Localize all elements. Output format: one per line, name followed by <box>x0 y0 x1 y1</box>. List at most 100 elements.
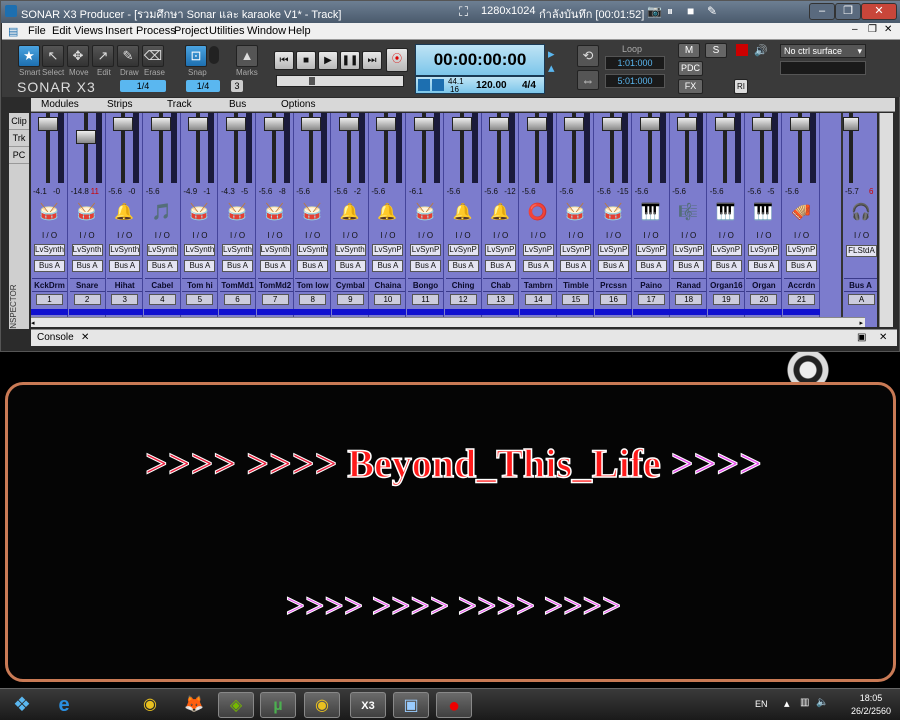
volume-icon[interactable]: 🔈 <box>816 697 828 708</box>
track-name[interactable]: Organ16 <box>708 278 744 292</box>
track-name[interactable]: Bongo <box>408 278 443 292</box>
scroll-left-icon[interactable]: ◂ <box>31 319 35 327</box>
track-name[interactable]: TomMd1 <box>220 278 255 292</box>
volume-fader[interactable] <box>639 117 660 132</box>
menu-file[interactable]: File <box>28 25 46 37</box>
instrument-icon[interactable]: 🔔 <box>373 201 401 225</box>
marks-button[interactable]: ▲ <box>236 45 258 67</box>
close-button[interactable]: ✕ <box>861 3 897 20</box>
bus-output[interactable]: FLStdA <box>846 245 877 257</box>
scroll-right-icon[interactable]: ▸ <box>859 319 863 327</box>
track-name[interactable]: Tambrn <box>520 278 556 292</box>
track-name[interactable]: Ching <box>445 278 481 292</box>
input-selector[interactable]: LvSynP <box>410 244 441 256</box>
language-indicator[interactable]: EN <box>755 699 768 709</box>
track-name[interactable]: Accrdn <box>784 278 819 292</box>
select-tool-button[interactable]: ↖ <box>42 45 64 67</box>
move-tool-button[interactable]: ✥ <box>67 45 89 67</box>
tempo[interactable]: 120.00 <box>476 80 507 91</box>
volume-fader[interactable] <box>714 117 735 132</box>
pencil-icon[interactable]: ✎ <box>707 4 717 18</box>
volume-fader[interactable] <box>188 117 209 132</box>
input-selector[interactable]: LvSynP <box>447 244 479 256</box>
stop-button[interactable]: ■ <box>296 51 316 70</box>
pause-icon[interactable]: ⏸ <box>667 4 673 19</box>
tab-trk[interactable]: Trk <box>9 130 29 147</box>
instrument-icon[interactable]: 🔔 <box>486 201 514 225</box>
instrument-icon[interactable]: 🥁 <box>35 201 63 225</box>
menu-views[interactable]: Views <box>74 25 103 37</box>
instrument-icon[interactable]: 🥁 <box>185 201 213 225</box>
start-button[interactable]: ❖ <box>4 692 40 718</box>
track-name[interactable]: Prcssn <box>596 278 631 292</box>
play-button[interactable]: ▶ <box>318 51 338 70</box>
output-selector[interactable]: Bus A <box>710 260 742 272</box>
nvidia-icon[interactable]: ◈ <box>218 692 254 718</box>
snap-resolution[interactable]: 1/4 <box>186 80 220 92</box>
track-name[interactable]: Paino <box>633 278 669 292</box>
input-selector[interactable]: LvSynP <box>786 244 817 256</box>
bus-name[interactable]: Bus A <box>844 278 877 292</box>
menu-strips[interactable]: Strips <box>107 99 133 110</box>
chrome-icon[interactable]: ◉ <box>132 692 168 718</box>
track-name[interactable]: Tom hi <box>182 278 218 292</box>
input-selector[interactable]: LvSynth <box>184 244 216 256</box>
tab-pc[interactable]: PC <box>9 147 29 164</box>
output-selector[interactable]: Bus A <box>786 260 817 272</box>
fx-button[interactable]: FX <box>678 79 703 94</box>
record-arm-icon[interactable] <box>736 44 748 56</box>
volume-fader[interactable] <box>489 117 510 132</box>
input-selector[interactable]: LvSynP <box>673 244 705 256</box>
output-selector[interactable]: Bus A <box>372 260 404 272</box>
close-pane-icon[interactable]: ✕ <box>879 332 887 343</box>
inspector-label[interactable]: INSPECTOR <box>9 284 29 331</box>
output-selector[interactable]: Bus A <box>748 260 780 272</box>
instrument-icon[interactable]: 🥁 <box>599 201 627 225</box>
tool-resolution[interactable]: 1/4 <box>120 80 166 92</box>
mute-all-button[interactable]: M <box>678 43 700 58</box>
menu-track[interactable]: Track <box>167 99 192 110</box>
slider-thumb[interactable] <box>309 77 315 85</box>
smart-tool-button[interactable]: ★ <box>18 45 40 67</box>
input-selector[interactable]: LvSynP <box>710 244 742 256</box>
loop-toggle-button[interactable]: ⟲ <box>577 45 599 67</box>
input-selector[interactable]: LvSynP <box>748 244 780 256</box>
menu-help[interactable]: Help <box>288 25 311 37</box>
menu-utilities[interactable]: Utilities <box>209 25 244 37</box>
input-selector[interactable]: LvSynth <box>334 244 366 256</box>
stop-icon[interactable]: ■ <box>687 4 694 18</box>
track-name[interactable]: Hihat <box>107 278 143 292</box>
menu-bus[interactable]: Bus <box>229 99 246 110</box>
arrow-up-icon[interactable]: ▴ <box>548 60 555 76</box>
speaker-icon[interactable]: 🔊 <box>754 44 768 57</box>
input-selector[interactable]: LvSynP <box>635 244 667 256</box>
instrument-icon[interactable]: 🪗 <box>787 201 815 225</box>
track-name[interactable]: Timble <box>558 278 594 292</box>
utorrent-icon[interactable]: µ <box>260 692 296 718</box>
track-name[interactable]: Organ <box>746 278 782 292</box>
volume-fader[interactable] <box>338 117 359 132</box>
ri-button[interactable]: RI <box>734 79 748 94</box>
console-tab[interactable]: Console <box>37 332 74 343</box>
doc-restore-icon[interactable]: ❐ <box>868 24 877 35</box>
instrument-icon[interactable]: 🥁 <box>298 201 326 225</box>
snap-button[interactable]: ⊡ <box>185 45 207 67</box>
instrument-icon[interactable]: 🥁 <box>261 201 289 225</box>
volume-fader[interactable] <box>564 117 585 132</box>
firefox-icon[interactable]: 🦊 <box>176 692 212 718</box>
tray-arrow-icon[interactable]: ▴ <box>784 697 790 710</box>
input-selector[interactable]: LvSynP <box>372 244 404 256</box>
instrument-icon[interactable]: 🎹 <box>749 201 777 225</box>
volume-fader[interactable] <box>226 117 246 132</box>
input-selector[interactable]: LvSynth <box>34 244 65 256</box>
menu-insert[interactable]: Insert <box>105 25 133 37</box>
volume-fader[interactable] <box>75 129 96 144</box>
instrument-icon[interactable]: 🎵 <box>148 201 176 225</box>
volume-fader[interactable] <box>38 117 58 132</box>
pdc-button[interactable]: PDC <box>678 61 703 76</box>
minimize-button[interactable]: – <box>809 3 835 20</box>
ctrl-surface-dropdown[interactable]: No ctrl surface ▾ <box>780 44 866 58</box>
position-slider[interactable] <box>276 75 404 87</box>
input-selector[interactable]: LvSynth <box>222 244 253 256</box>
close-tab-icon[interactable]: ✕ <box>81 332 89 343</box>
